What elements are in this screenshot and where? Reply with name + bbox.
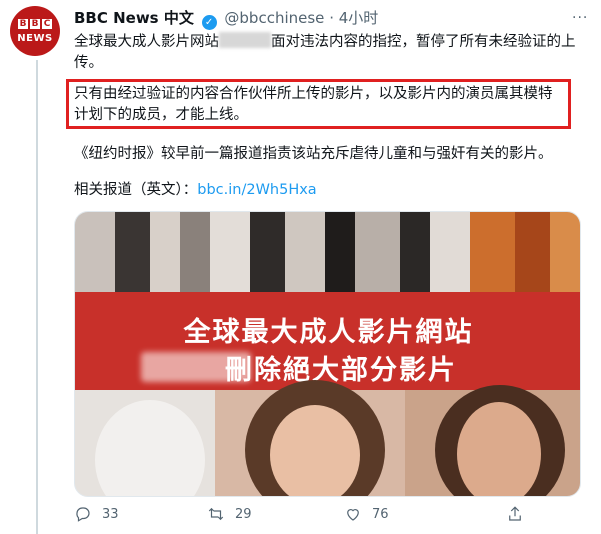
logo-word: NEWS xyxy=(17,33,53,44)
tweet-text-paragraph-4: 相关报道（英文）：bbc.in/2Wh5Hxa xyxy=(74,180,317,201)
related-label: 相关报道（英文）： xyxy=(74,182,198,198)
reply-button[interactable]: 33 xyxy=(74,505,119,523)
share-icon xyxy=(509,506,521,521)
photo-left xyxy=(75,390,215,496)
share-button[interactable] xyxy=(506,505,524,523)
author-name[interactable]: BBC News 中文 xyxy=(74,9,194,27)
verified-icon: ✓ xyxy=(201,15,217,30)
like-icon xyxy=(347,509,359,521)
banner-line-1: 全球最大成人影片網站 xyxy=(183,317,474,348)
more-icon[interactable]: ··· xyxy=(572,10,588,26)
avatar[interactable]: B B C NEWS xyxy=(10,6,60,56)
timestamp[interactable]: 4小时 xyxy=(339,9,379,27)
author-handle[interactable]: @bbcchinese xyxy=(224,9,324,27)
bbc-logo: B B C xyxy=(18,19,52,29)
tweet-text-paragraph-1: 全球最大成人影片网站 面对违法内容的指控，暂停了所有未经验证的上传。 xyxy=(74,32,584,74)
photo-center xyxy=(215,380,405,496)
reply-icon xyxy=(76,507,90,522)
logo-letter: B xyxy=(18,19,28,29)
retweet-button[interactable]: 29 xyxy=(207,505,252,523)
reply-count: 33 xyxy=(102,506,119,522)
retweet-icon xyxy=(208,507,224,521)
tweet-text-paragraph-3: 《纽约时报》较早前一篇报道指责该站充斥虐待儿童和与强奸有关的影片。 xyxy=(74,146,553,162)
pixelated-header xyxy=(75,212,580,292)
like-count: 76 xyxy=(372,506,389,522)
logo-letter: C xyxy=(42,19,52,29)
logo-letter: B xyxy=(30,19,40,29)
article-link[interactable]: bbc.in/2Wh5Hxa xyxy=(197,182,316,198)
retweet-count: 29 xyxy=(235,506,252,522)
like-button[interactable]: 76 xyxy=(344,505,389,523)
tweet-header: BBC News 中文 ✓ @bbcchinese · 4小时 xyxy=(74,7,378,30)
paragraph-1-start: 全球最大成人影片网站 xyxy=(74,34,219,50)
tweet-card[interactable]: B B C NEWS BBC News 中文 ✓ @bbcchinese · 4… xyxy=(0,0,601,534)
separator: · xyxy=(329,9,334,27)
banner-line-2: 刪除絕大部分影片 xyxy=(225,355,457,386)
redacted-text xyxy=(219,32,271,48)
tweet-text-paragraph-2: 只有由经过验证的内容合作伙伴所上传的影片，以及影片内的演员属其模特计划下的成员，… xyxy=(74,86,553,123)
tweet-actions: 33 29 76 xyxy=(74,505,534,529)
media-image[interactable]: 全球最大成人影片網站 刪除絕大部分影片 xyxy=(74,211,581,497)
thread-line xyxy=(36,60,38,534)
photo-right xyxy=(405,385,580,496)
